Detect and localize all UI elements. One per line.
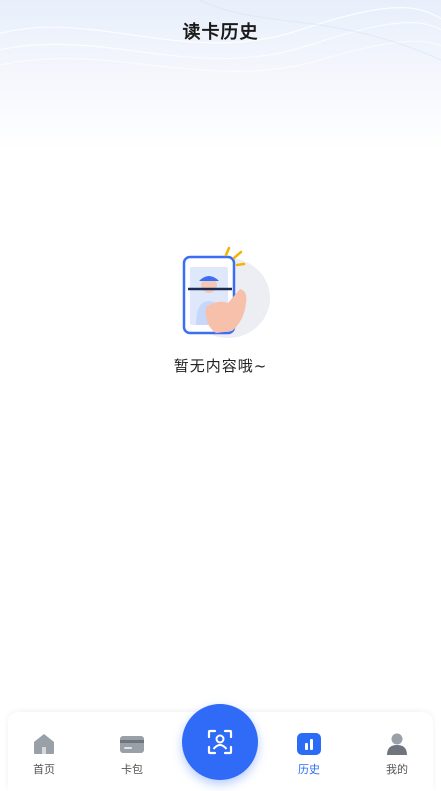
empty-state: 暂无内容哦~ <box>0 245 441 376</box>
scan-icon <box>207 729 233 755</box>
page-title: 读卡历史 <box>182 22 259 43</box>
tab-card-wallet-label: 卡包 <box>121 763 143 776</box>
bottom-tab-bar: 首页 卡包 历史 我的 <box>8 704 433 791</box>
empty-message: 暂无内容哦~ <box>173 357 268 375</box>
scan-button[interactable] <box>182 704 258 780</box>
tab-home[interactable]: 首页 <box>14 732 74 777</box>
user-icon <box>384 732 410 756</box>
history-chart-icon <box>296 732 322 756</box>
header: 读卡历史 <box>0 0 441 150</box>
tab-card-wallet[interactable]: 卡包 <box>102 732 162 777</box>
tab-home-label: 首页 <box>33 763 55 776</box>
tab-mine-label: 我的 <box>386 763 408 776</box>
tab-mine[interactable]: 我的 <box>367 732 427 777</box>
card-icon <box>119 732 145 756</box>
tab-history[interactable]: 历史 <box>279 732 339 777</box>
phone-scan-hand-icon <box>182 246 270 338</box>
tab-history-label: 历史 <box>298 763 320 776</box>
home-icon <box>31 732 57 756</box>
